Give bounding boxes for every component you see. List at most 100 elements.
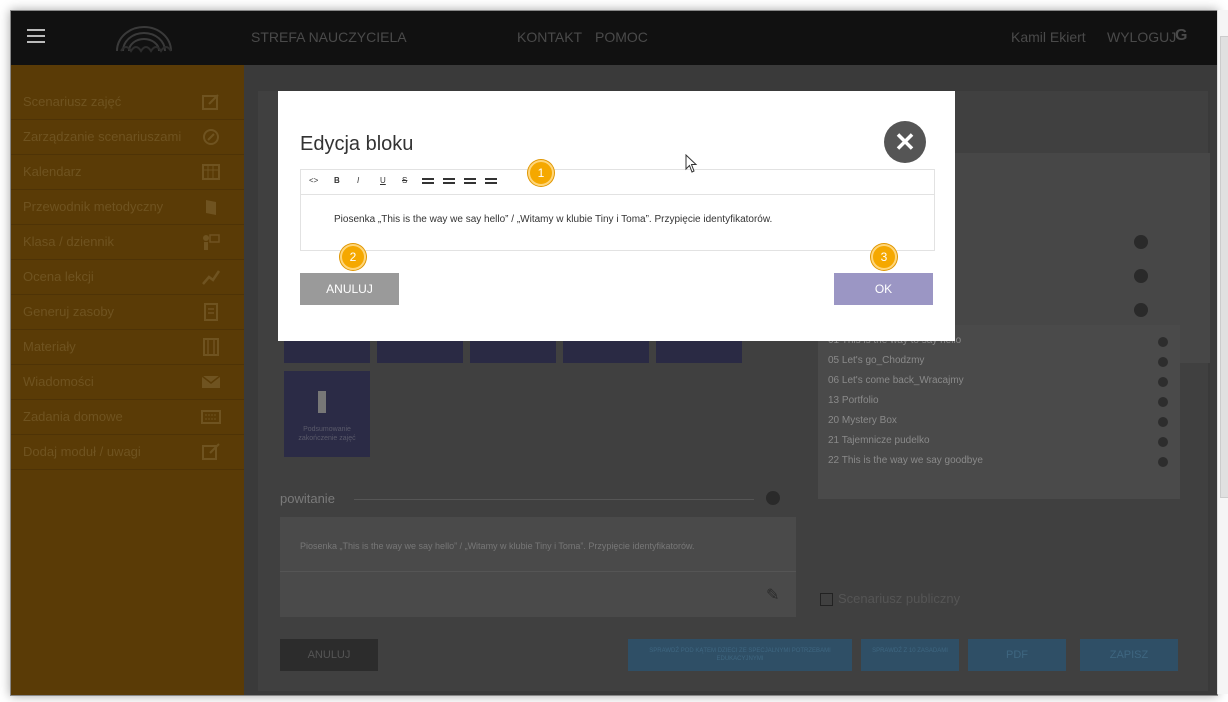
nav-pomoc[interactable]: POMOC xyxy=(595,29,648,45)
page-scrollbar[interactable] xyxy=(1217,10,1228,694)
modal-title: Edycja bloku xyxy=(300,133,414,155)
unordered-list-icon[interactable] xyxy=(422,178,434,184)
section-text: Piosenka „This is the way we say hello” … xyxy=(300,541,695,551)
envelope-icon xyxy=(201,375,221,388)
play-icon[interactable] xyxy=(1158,377,1168,387)
sidebar-item-zarzadzanie[interactable]: Zarządzanie scenariuszami xyxy=(11,120,244,155)
sidebar: Scenariusz zajęć Zarządzanie scenariusza… xyxy=(11,65,244,695)
section-divider xyxy=(354,499,754,500)
browser-viewport: STREFA NAUCZYCIELA KONTAKT POMOC Kamil E… xyxy=(10,10,1218,696)
logout-link[interactable]: WYLOGUJ xyxy=(1107,29,1176,45)
nav-kontakt[interactable]: KONTAKT xyxy=(517,29,582,45)
sidebar-item-materialy[interactable]: Materiały xyxy=(11,330,244,365)
sidebar-item-ocena[interactable]: Ocena lekcji xyxy=(11,260,244,295)
rules-check-button[interactable]: SPRAWDŹ Z 10 ZASADAMI xyxy=(861,639,959,671)
pencil-icon[interactable]: ✎ xyxy=(766,585,779,605)
calendar-icon xyxy=(202,164,220,180)
logo[interactable] xyxy=(115,23,173,58)
expand-icon[interactable] xyxy=(1134,269,1148,283)
sidebar-item-kalendarz[interactable]: Kalendarz xyxy=(11,155,244,190)
sidebar-item-label: Zadania domowe xyxy=(23,409,123,424)
play-icon[interactable] xyxy=(1158,397,1168,407)
note-edit-icon xyxy=(202,443,220,460)
collapse-icon[interactable] xyxy=(1134,303,1148,317)
edit-icon xyxy=(202,94,219,110)
indent-icon[interactable] xyxy=(485,178,497,184)
sidebar-item-klasa[interactable]: Klasa / dziennik xyxy=(11,225,244,260)
chart-icon xyxy=(202,270,221,285)
sidebar-item-label: Ocena lekcji xyxy=(23,269,94,284)
strikethrough-icon[interactable]: S xyxy=(402,176,407,185)
nav-strefa-nauczyciela[interactable]: STREFA NAUCZYCIELA xyxy=(251,29,407,45)
outdent-icon[interactable] xyxy=(464,178,476,184)
sidebar-item-label: Przewodnik metodyczny xyxy=(23,199,164,214)
list-item[interactable]: 21 Tajemnicze pudelko xyxy=(828,435,930,446)
save-button[interactable]: ZAPISZ xyxy=(1080,639,1178,671)
menu-icon[interactable] xyxy=(27,29,45,43)
section-box: Piosenka „This is the way we say hello” … xyxy=(280,517,796,617)
edit-block-modal: Edycja bloku ✕ <> B I U S Piosenka „This… xyxy=(278,91,955,341)
sidebar-item-label: Dodaj moduł / uwagi xyxy=(23,444,141,459)
modal-cancel-button[interactable]: ANULUJ xyxy=(300,273,399,305)
sidebar-item-label: Wiadomości xyxy=(23,374,94,389)
list-item[interactable]: 20 Mystery Box xyxy=(828,415,897,426)
list-item[interactable]: 22 This is the way we say goodbye xyxy=(828,455,983,466)
mouse-cursor-icon xyxy=(685,154,698,173)
sidebar-item-dodaj[interactable]: Dodaj moduł / uwagi xyxy=(11,435,244,470)
sidebar-item-label: Klasa / dziennik xyxy=(23,234,115,249)
section-title: powitanie xyxy=(280,491,335,506)
public-checkbox-label: Scenariusz publiczny xyxy=(838,591,961,606)
sidebar-item-label: Scenariusz zajęć xyxy=(23,94,122,109)
code-view-icon[interactable]: <> xyxy=(309,176,318,185)
film-icon xyxy=(203,338,219,356)
google-icon: G xyxy=(1175,27,1188,44)
sidebar-item-label: Zarządzanie scenariuszami xyxy=(23,129,182,144)
sidebar-item-zadania[interactable]: Zadania domowe xyxy=(11,400,244,435)
sidebar-item-label: Kalendarz xyxy=(23,164,82,179)
top-nav-bar: STREFA NAUCZYCIELA KONTAKT POMOC Kamil E… xyxy=(11,11,1217,65)
play-icon[interactable] xyxy=(1158,417,1168,427)
play-icon[interactable] xyxy=(1158,437,1168,447)
modal-ok-button[interactable]: OK xyxy=(834,273,933,305)
teacher-icon xyxy=(203,234,220,250)
compass-icon xyxy=(203,129,219,145)
list-item[interactable]: 13 Portfolio xyxy=(828,395,879,406)
document-icon xyxy=(204,303,218,321)
public-checkbox[interactable] xyxy=(820,593,833,606)
bg-cancel-button[interactable]: ANULUJ xyxy=(280,639,378,671)
sidebar-item-scenariusz[interactable]: Scenariusz zajęć xyxy=(11,85,244,120)
pdf-button[interactable]: PDF xyxy=(968,639,1066,671)
scrollbar-thumb[interactable] xyxy=(1220,36,1228,498)
person-icon xyxy=(318,391,326,413)
sidebar-item-label: Generuj zasoby xyxy=(23,304,115,319)
underline-icon[interactable]: U xyxy=(380,176,386,185)
step-badge-1: 1 xyxy=(528,160,554,186)
list-item[interactable]: 05 Let's go_Chodzmy xyxy=(828,355,924,366)
play-icon[interactable] xyxy=(1158,357,1168,367)
step-badge-2: 2 xyxy=(340,244,366,270)
sen-check-button[interactable]: SPRAWDŹ POD KĄTEM DZIECI ZE SPECJALNYMI … xyxy=(628,639,852,671)
sidebar-item-wiadomosci[interactable]: Wiadomości xyxy=(11,365,244,400)
activity-tile-summary[interactable]: Podsumowanie zakończenie zajęć xyxy=(284,371,370,457)
collapse-icon[interactable] xyxy=(766,491,780,505)
sidebar-item-generuj[interactable]: Generuj zasoby xyxy=(11,295,244,330)
divider xyxy=(280,571,796,572)
close-icon[interactable]: ✕ xyxy=(884,121,926,163)
book-icon xyxy=(206,200,216,215)
rich-text-editor[interactable]: <> B I U S Piosenka „This is the way we … xyxy=(300,169,935,251)
list-item[interactable]: 06 Let's come back_Wracajmy xyxy=(828,375,964,386)
play-icon[interactable] xyxy=(1158,457,1168,467)
sidebar-item-przewodnik[interactable]: Przewodnik metodyczny xyxy=(11,190,244,225)
editor-content[interactable]: Piosenka „This is the way we say hello” … xyxy=(334,214,772,225)
play-icon[interactable] xyxy=(1158,337,1168,347)
user-name[interactable]: Kamil Ekiert xyxy=(1011,29,1086,45)
editor-toolbar: <> B I U S xyxy=(301,170,934,195)
ordered-list-icon[interactable] xyxy=(443,178,455,184)
resource-list: 01 This is the way to say hello 05 Let's… xyxy=(818,325,1180,499)
sidebar-item-label: Materiały xyxy=(23,339,76,354)
bold-icon[interactable]: B xyxy=(334,176,340,185)
keyboard-icon xyxy=(201,410,221,424)
expand-icon[interactable] xyxy=(1134,235,1148,249)
step-badge-3: 3 xyxy=(871,244,897,270)
italic-icon[interactable]: I xyxy=(357,176,359,185)
